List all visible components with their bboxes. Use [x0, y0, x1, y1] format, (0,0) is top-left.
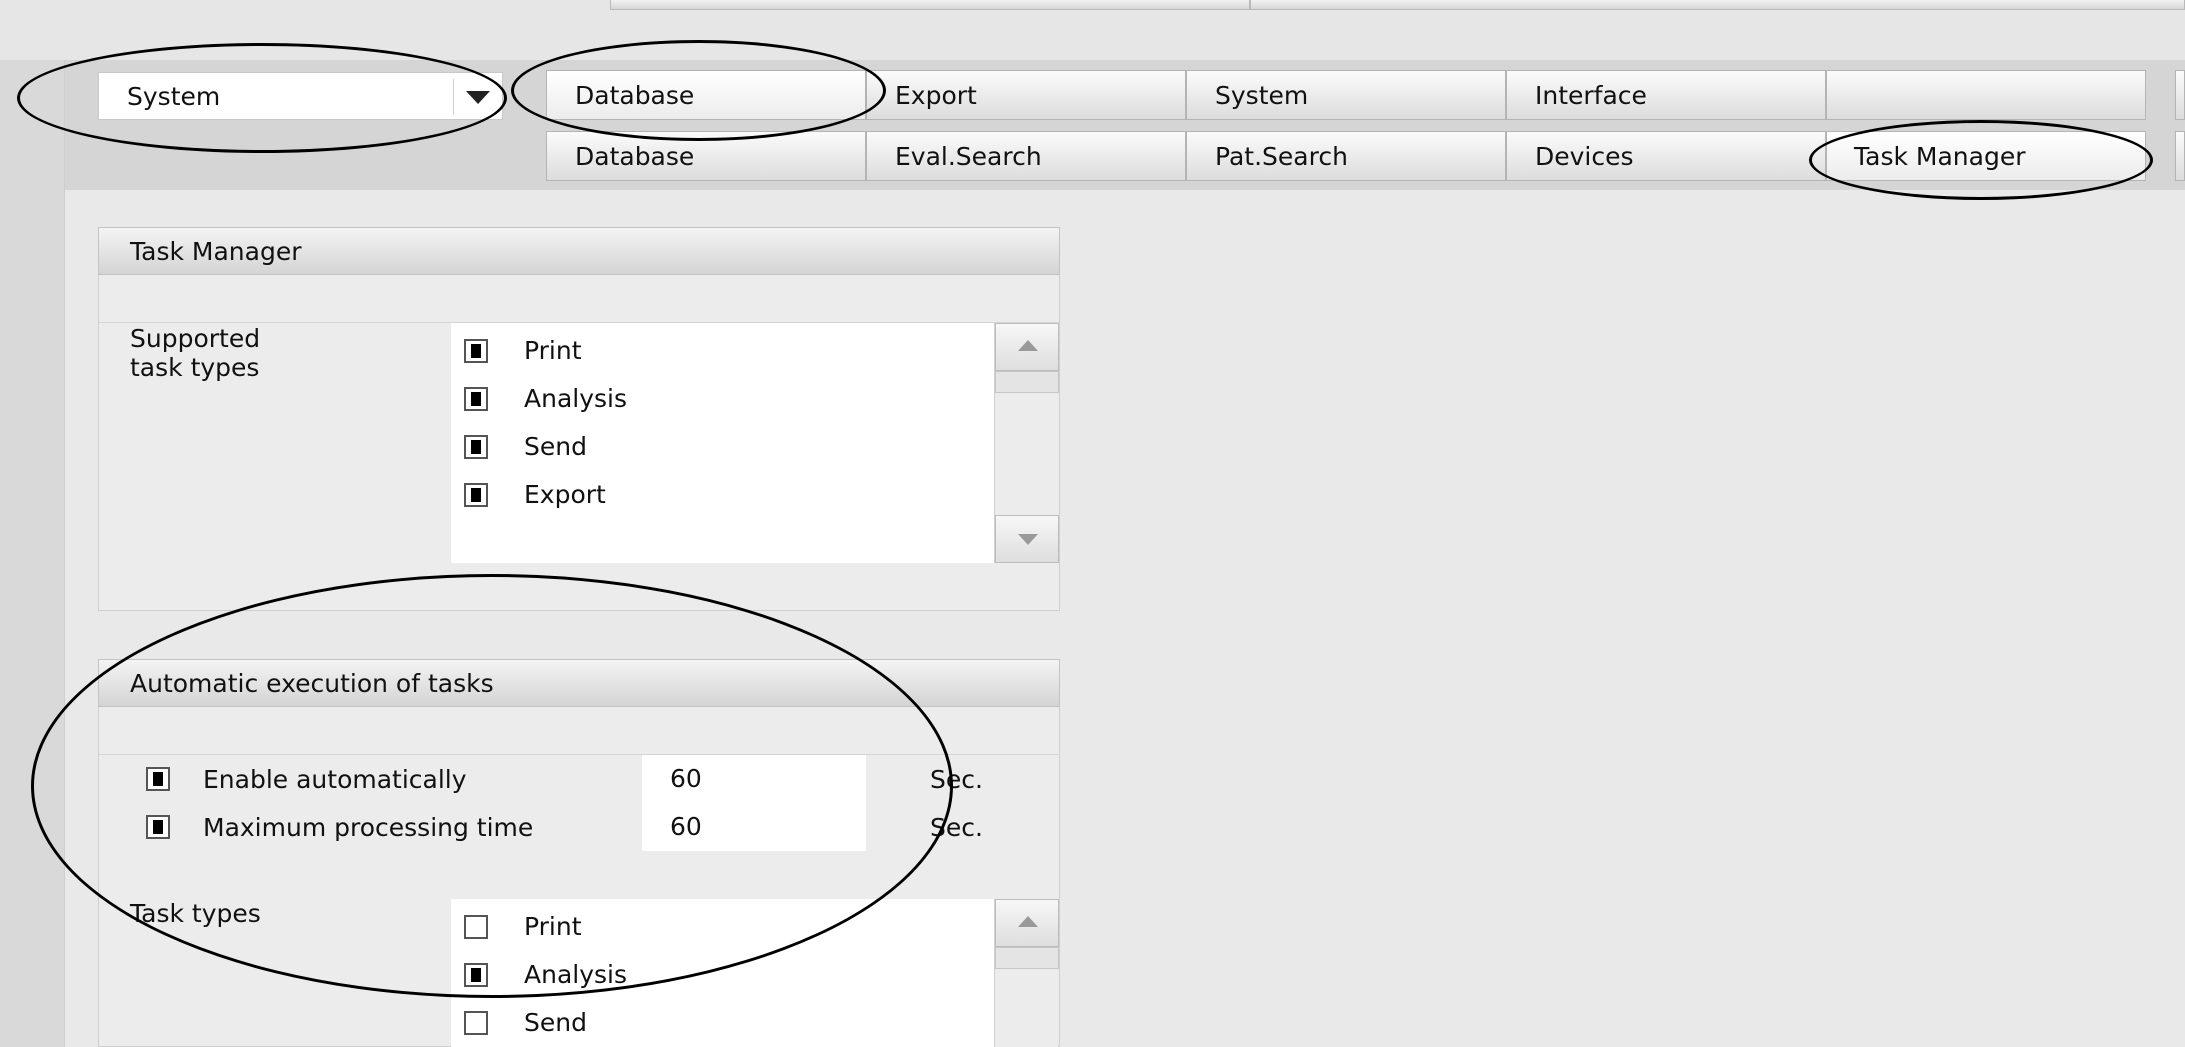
- auto-exec-header: Automatic execution of tasks: [98, 659, 1060, 707]
- label-line: task types: [130, 353, 260, 382]
- subtab-database[interactable]: Database: [546, 131, 866, 181]
- subtab-pat-search[interactable]: Pat.Search: [1186, 131, 1506, 181]
- enable-unit-label: Sec.: [930, 765, 983, 794]
- left-gutter: [0, 60, 65, 1047]
- scroll-thumb[interactable]: [995, 947, 1059, 969]
- tab-export[interactable]: Export: [866, 70, 1186, 120]
- checkbox-send[interactable]: [464, 1011, 488, 1035]
- item-label: Print: [524, 336, 582, 365]
- list-item[interactable]: Export: [451, 471, 994, 519]
- enable-seconds-input[interactable]: 60: [642, 755, 866, 803]
- panel-spacer: [98, 707, 1060, 755]
- scroll-thumb[interactable]: [995, 371, 1059, 393]
- label-line: Supported: [130, 324, 261, 353]
- checkbox-enable-automatically[interactable]: [146, 767, 170, 791]
- task-types-label: Task types: [130, 899, 261, 928]
- max-unit-label: Sec.: [930, 813, 983, 842]
- item-label: Analysis: [524, 960, 628, 989]
- maximum-processing-time-label: Maximum processing time: [203, 813, 534, 842]
- enable-automatically-label: Enable automatically: [203, 765, 467, 794]
- scrollbar[interactable]: [994, 323, 1059, 563]
- scroll-up-arrow-icon[interactable]: [995, 899, 1059, 947]
- item-label: Analysis: [524, 384, 628, 413]
- scroll-up-arrow-icon[interactable]: [995, 323, 1059, 371]
- checkbox-analysis[interactable]: [464, 387, 488, 411]
- task-manager-header: Task Manager: [98, 227, 1060, 275]
- checkbox-analysis[interactable]: [464, 963, 488, 987]
- chevron-down-icon[interactable]: [466, 91, 490, 104]
- scroll-down-arrow-icon[interactable]: [995, 515, 1059, 563]
- checkbox-export[interactable]: [464, 483, 488, 507]
- item-label: Export: [524, 480, 606, 509]
- list-item[interactable]: Send: [451, 999, 994, 1047]
- list-item[interactable]: Print: [451, 903, 994, 951]
- tab-system[interactable]: System: [1186, 70, 1506, 120]
- panel-spacer: [98, 275, 1060, 323]
- top-strip: [0, 0, 2185, 60]
- supported-task-types-label: Supported task types: [130, 324, 260, 382]
- item-label: Send: [524, 1008, 587, 1037]
- top-strip-segment: [1250, 0, 2185, 10]
- tab-edge: [2175, 131, 2185, 181]
- list-item[interactable]: Print: [451, 327, 994, 375]
- top-strip-segment: [610, 0, 1250, 10]
- tab-edge: [2175, 70, 2185, 120]
- dropdown-separator: [453, 79, 454, 115]
- item-label: Send: [524, 432, 587, 461]
- category-dropdown[interactable]: System: [98, 72, 503, 120]
- subtab-task-manager[interactable]: Task Manager: [1826, 131, 2146, 181]
- max-seconds-input[interactable]: 60: [642, 803, 866, 851]
- scrollbar[interactable]: [994, 899, 1059, 1047]
- subtab-devices[interactable]: Devices: [1506, 131, 1826, 181]
- dropdown-selected-value: System: [127, 82, 221, 111]
- checkbox-print[interactable]: [464, 339, 488, 363]
- checkbox-maximum-processing-time[interactable]: [146, 815, 170, 839]
- tab-blank[interactable]: [1826, 70, 2146, 120]
- tab-interface[interactable]: Interface: [1506, 70, 1826, 120]
- supported-task-types-list[interactable]: Print Analysis Send Export: [451, 323, 994, 563]
- tab-database[interactable]: Database: [546, 70, 866, 120]
- subtab-eval-search[interactable]: Eval.Search: [866, 131, 1186, 181]
- item-label: Print: [524, 912, 582, 941]
- list-item[interactable]: Analysis: [451, 375, 994, 423]
- list-item[interactable]: Analysis: [451, 951, 994, 999]
- checkbox-print[interactable]: [464, 915, 488, 939]
- list-item[interactable]: Send: [451, 423, 994, 471]
- task-types-list[interactable]: Print Analysis Send: [451, 899, 994, 1047]
- checkbox-send[interactable]: [464, 435, 488, 459]
